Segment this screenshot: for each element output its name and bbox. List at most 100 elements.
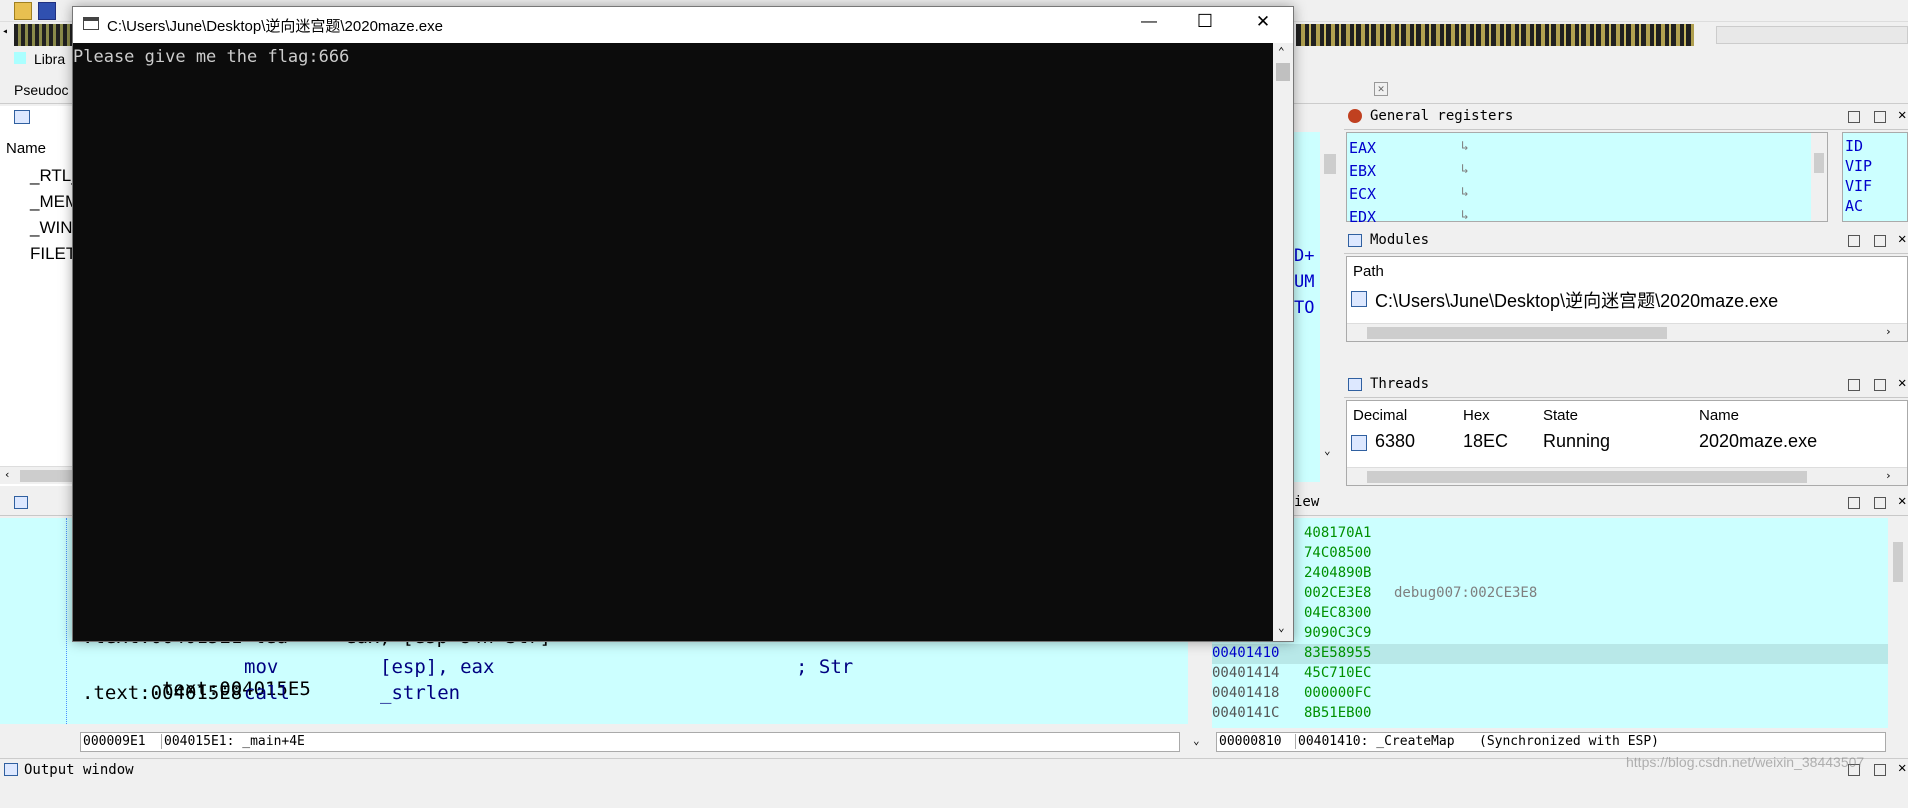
console-window[interactable]: C:\Users\June\Desktop\逆向迷宫题\2020maze.exe…	[72, 6, 1294, 642]
jump-arrow-icon[interactable]: ↳	[1461, 185, 1469, 200]
stack-row[interactable]: 2404890B	[1212, 564, 1888, 584]
stack-row[interactable]: 74C08500	[1212, 544, 1888, 564]
tab-pseudocode[interactable]: Pseudoc	[14, 82, 68, 98]
register-name[interactable]: EDX	[1349, 208, 1376, 226]
names-hscrollbar[interactable]: ‹	[0, 466, 74, 484]
modules-panel: Modules ✕ Path C:\Users\June\Desktop\逆向迷…	[1344, 228, 1908, 344]
scroll-down-arrow[interactable]: ⌄	[1193, 734, 1200, 747]
flag-name[interactable]: VIP	[1845, 157, 1872, 175]
disasm-view-icon[interactable]	[14, 496, 28, 509]
ida-view-vscroll[interactable]: ⌄	[1320, 132, 1340, 482]
flag-name[interactable]: VIF	[1845, 177, 1872, 195]
stack-status-bar: 00000810 00401410: _CreateMap (Synchroni…	[1216, 732, 1886, 752]
panel-close-icon[interactable]: ✕	[1898, 761, 1908, 775]
scroll-up-arrow[interactable]: ⌃	[1278, 45, 1285, 58]
save-icon[interactable]	[38, 2, 56, 20]
panel-close-icon[interactable]: ✕	[1898, 494, 1908, 508]
flag-name[interactable]: AC	[1845, 197, 1863, 215]
navigation-band-right[interactable]	[1296, 24, 1694, 46]
name-item[interactable]: _WIN	[30, 218, 73, 238]
stack-value: 45C710EC	[1304, 665, 1372, 681]
scroll-thumb[interactable]	[1276, 63, 1290, 81]
stack-row[interactable]: 408170A1	[1212, 524, 1888, 544]
names-header[interactable]: Name	[6, 140, 46, 157]
disasm-address[interactable]: .text:004015E8	[82, 682, 242, 704]
jump-arrow-icon[interactable]: ↳	[1461, 162, 1469, 177]
registers-vscroll[interactable]	[1811, 133, 1827, 221]
minimize-button[interactable]: —	[1129, 13, 1169, 31]
register-name[interactable]: EBX	[1349, 162, 1376, 180]
threads-panel: Threads ✕ Decimal Hex State Name 6380 18…	[1344, 372, 1908, 488]
panel-close-icon[interactable]: ✕	[1898, 108, 1908, 122]
output-window-icon[interactable]	[4, 763, 18, 776]
register-name[interactable]: ECX	[1349, 185, 1376, 203]
panel-minimize-icon[interactable]	[1848, 379, 1860, 391]
scroll-left-arrow[interactable]: ‹	[4, 468, 11, 481]
scroll-thumb[interactable]	[1367, 471, 1807, 483]
stack-address: 00401410	[1212, 645, 1280, 661]
status-location: 004015E1: _main+4E	[161, 734, 305, 749]
output-window-title[interactable]: Output window	[24, 762, 134, 778]
stack-vscroll[interactable]	[1888, 518, 1908, 754]
nav-scroll-field[interactable]	[1716, 26, 1908, 44]
maximize-button[interactable]: ☐	[1185, 11, 1225, 32]
thread-name[interactable]: 2020maze.exe	[1699, 431, 1817, 452]
panel-close-icon[interactable]: ✕	[1898, 376, 1908, 390]
jump-arrow-icon[interactable]: ↳	[1461, 139, 1469, 154]
scroll-thumb[interactable]	[1367, 327, 1667, 339]
scroll-down-arrow[interactable]: ⌄	[1324, 444, 1331, 457]
flag-name[interactable]: ID	[1845, 137, 1863, 155]
modules-hscrollbar[interactable]: ›	[1347, 323, 1907, 341]
stack-row[interactable]: 00401418 000000FC	[1212, 684, 1888, 704]
console-body[interactable]: Please give me the flag:666	[73, 43, 1273, 641]
stack-comment: debug007:002CE3E8	[1394, 585, 1538, 601]
stack-row[interactable]: 9090C3C9	[1212, 624, 1888, 644]
stack-row[interactable]: 0040141C 8B51EB00	[1212, 704, 1888, 724]
modules-column-path[interactable]: Path	[1353, 263, 1384, 280]
panel-float-icon[interactable]	[1874, 497, 1886, 509]
disasm-mnemonic: mov	[244, 656, 279, 678]
navigation-band[interactable]	[14, 24, 74, 46]
stack-row[interactable]: 00401414 45C710EC	[1212, 664, 1888, 684]
stack-row[interactable]: 00401410 83E58955	[1212, 644, 1888, 664]
threads-column-name[interactable]: Name	[1699, 407, 1739, 424]
scroll-right-arrow[interactable]: ›	[1885, 325, 1892, 338]
panel-float-icon[interactable]	[1874, 379, 1886, 391]
names-toolbar-icon[interactable]	[14, 110, 30, 124]
close-button[interactable]: ✕	[1243, 12, 1283, 32]
scroll-thumb[interactable]	[20, 470, 74, 482]
thread-decimal[interactable]: 6380	[1375, 431, 1415, 452]
console-titlebar[interactable]: C:\Users\June\Desktop\逆向迷宫题\2020maze.exe…	[73, 7, 1293, 43]
scroll-thumb[interactable]	[1893, 542, 1903, 582]
scroll-thumb[interactable]	[1814, 153, 1824, 173]
tab-close-icon[interactable]: ✕	[1374, 82, 1388, 96]
nav-left-arrow[interactable]: ◂	[2, 26, 12, 44]
threads-column-state[interactable]: State	[1543, 407, 1578, 424]
panel-minimize-icon[interactable]	[1848, 235, 1860, 247]
panel-minimize-icon[interactable]	[1848, 111, 1860, 123]
stack-row[interactable]: 002CE3E8 debug007:002CE3E8	[1212, 584, 1888, 604]
panel-minimize-icon[interactable]	[1848, 497, 1860, 509]
thread-hex[interactable]: 18EC	[1463, 431, 1508, 452]
thread-state[interactable]: Running	[1543, 431, 1610, 452]
threads-column-hex[interactable]: Hex	[1463, 407, 1490, 424]
stack-row[interactable]: 04EC8300	[1212, 604, 1888, 624]
legend-swatch	[14, 52, 26, 64]
panel-float-icon[interactable]	[1874, 764, 1886, 776]
module-path[interactable]: C:\Users\June\Desktop\逆向迷宫题\2020maze.exe	[1375, 287, 1778, 313]
scroll-right-arrow[interactable]: ›	[1885, 469, 1892, 482]
panel-float-icon[interactable]	[1874, 111, 1886, 123]
open-icon[interactable]	[14, 2, 32, 20]
jump-arrow-icon[interactable]: ↳	[1461, 208, 1469, 223]
name-item[interactable]: FILET	[30, 244, 76, 264]
console-vscroll[interactable]: ⌃ ⌄	[1273, 43, 1293, 641]
bug-icon	[1348, 109, 1362, 123]
panel-float-icon[interactable]	[1874, 235, 1886, 247]
scroll-thumb[interactable]	[1324, 154, 1336, 174]
scroll-down-arrow[interactable]: ⌄	[1278, 621, 1285, 634]
register-name[interactable]: EAX	[1349, 139, 1376, 157]
threads-hscrollbar[interactable]: ›	[1347, 467, 1907, 485]
threads-column-decimal[interactable]: Decimal	[1353, 407, 1407, 424]
disasm-operands: [esp], eax	[380, 656, 495, 678]
panel-close-icon[interactable]: ✕	[1898, 232, 1908, 246]
